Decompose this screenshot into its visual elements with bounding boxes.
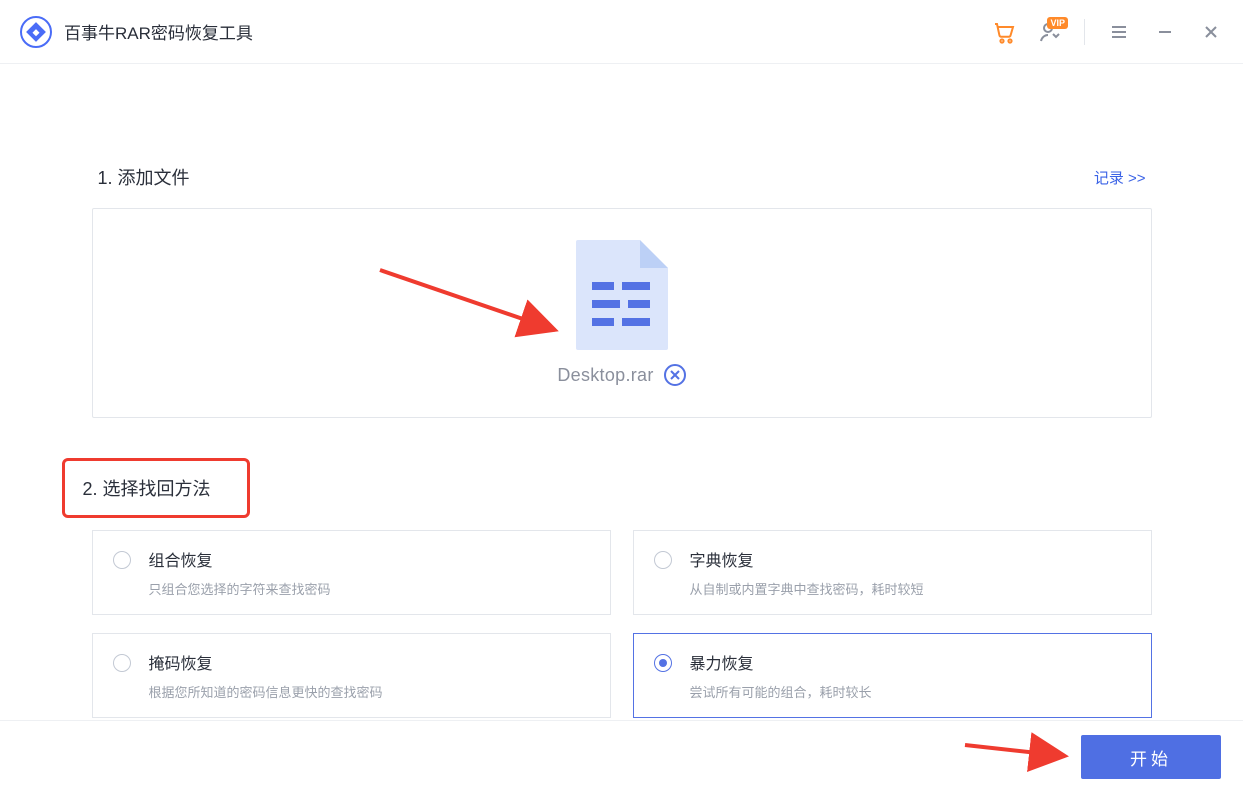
file-icon	[576, 240, 668, 350]
method-desc: 根据您所知道的密码信息更快的查找密码	[149, 682, 383, 701]
method-grid: 组合恢复 只组合您选择的字符来查找密码 字典恢复 从自制或内置字典中查找密码，耗…	[92, 530, 1152, 718]
radio-icon	[654, 551, 672, 569]
user-icon[interactable]: VIP	[1038, 20, 1062, 44]
method-title: 字典恢复	[690, 547, 924, 571]
titlebar-divider	[1084, 19, 1085, 45]
section1-title: 1. 添加文件	[98, 164, 190, 190]
remove-file-icon[interactable]	[664, 364, 686, 386]
method-title: 组合恢复	[149, 547, 331, 571]
method-mask[interactable]: 掩码恢复 根据您所知道的密码信息更快的查找密码	[92, 633, 611, 718]
minimize-icon[interactable]	[1153, 20, 1177, 44]
method-desc: 从自制或内置字典中查找密码，耗时较短	[690, 579, 924, 598]
start-button[interactable]: 开始	[1081, 735, 1221, 779]
menu-icon[interactable]	[1107, 20, 1131, 44]
cart-icon[interactable]	[992, 20, 1016, 44]
close-icon[interactable]	[1199, 20, 1223, 44]
section2-title: 2. 选择找回方法	[83, 475, 211, 501]
file-name-row: Desktop.rar	[557, 364, 685, 386]
method-dictionary[interactable]: 字典恢复 从自制或内置字典中查找密码，耗时较短	[633, 530, 1152, 615]
method-title: 掩码恢复	[149, 650, 383, 674]
method-desc: 只组合您选择的字符来查找密码	[149, 579, 331, 598]
app-logo-icon	[20, 16, 52, 48]
method-bruteforce[interactable]: 暴力恢复 尝试所有可能的组合，耗时较长	[633, 633, 1152, 718]
records-link[interactable]: 记录 >>	[1094, 167, 1146, 188]
section1-header: 1. 添加文件 记录 >>	[92, 164, 1152, 190]
radio-icon	[113, 551, 131, 569]
titlebar: 百事牛RAR密码恢复工具 VIP	[0, 0, 1243, 64]
user-badge: VIP	[1047, 17, 1068, 29]
footer: 开始	[0, 720, 1243, 793]
section2-title-highlight: 2. 选择找回方法	[62, 458, 250, 518]
titlebar-right: VIP	[992, 19, 1223, 45]
file-name: Desktop.rar	[557, 365, 653, 386]
method-combination[interactable]: 组合恢复 只组合您选择的字符来查找密码	[92, 530, 611, 615]
app-title: 百事牛RAR密码恢复工具	[64, 19, 253, 44]
method-desc: 尝试所有可能的组合，耗时较长	[690, 682, 872, 701]
radio-icon	[113, 654, 131, 672]
method-title: 暴力恢复	[690, 650, 872, 674]
file-dropzone[interactable]: Desktop.rar	[92, 208, 1152, 418]
main-content: 1. 添加文件 记录 >> Desktop.rar 2. 选择找回方法	[92, 64, 1152, 718]
logo-wrap: 百事牛RAR密码恢复工具	[20, 16, 253, 48]
radio-icon	[654, 654, 672, 672]
